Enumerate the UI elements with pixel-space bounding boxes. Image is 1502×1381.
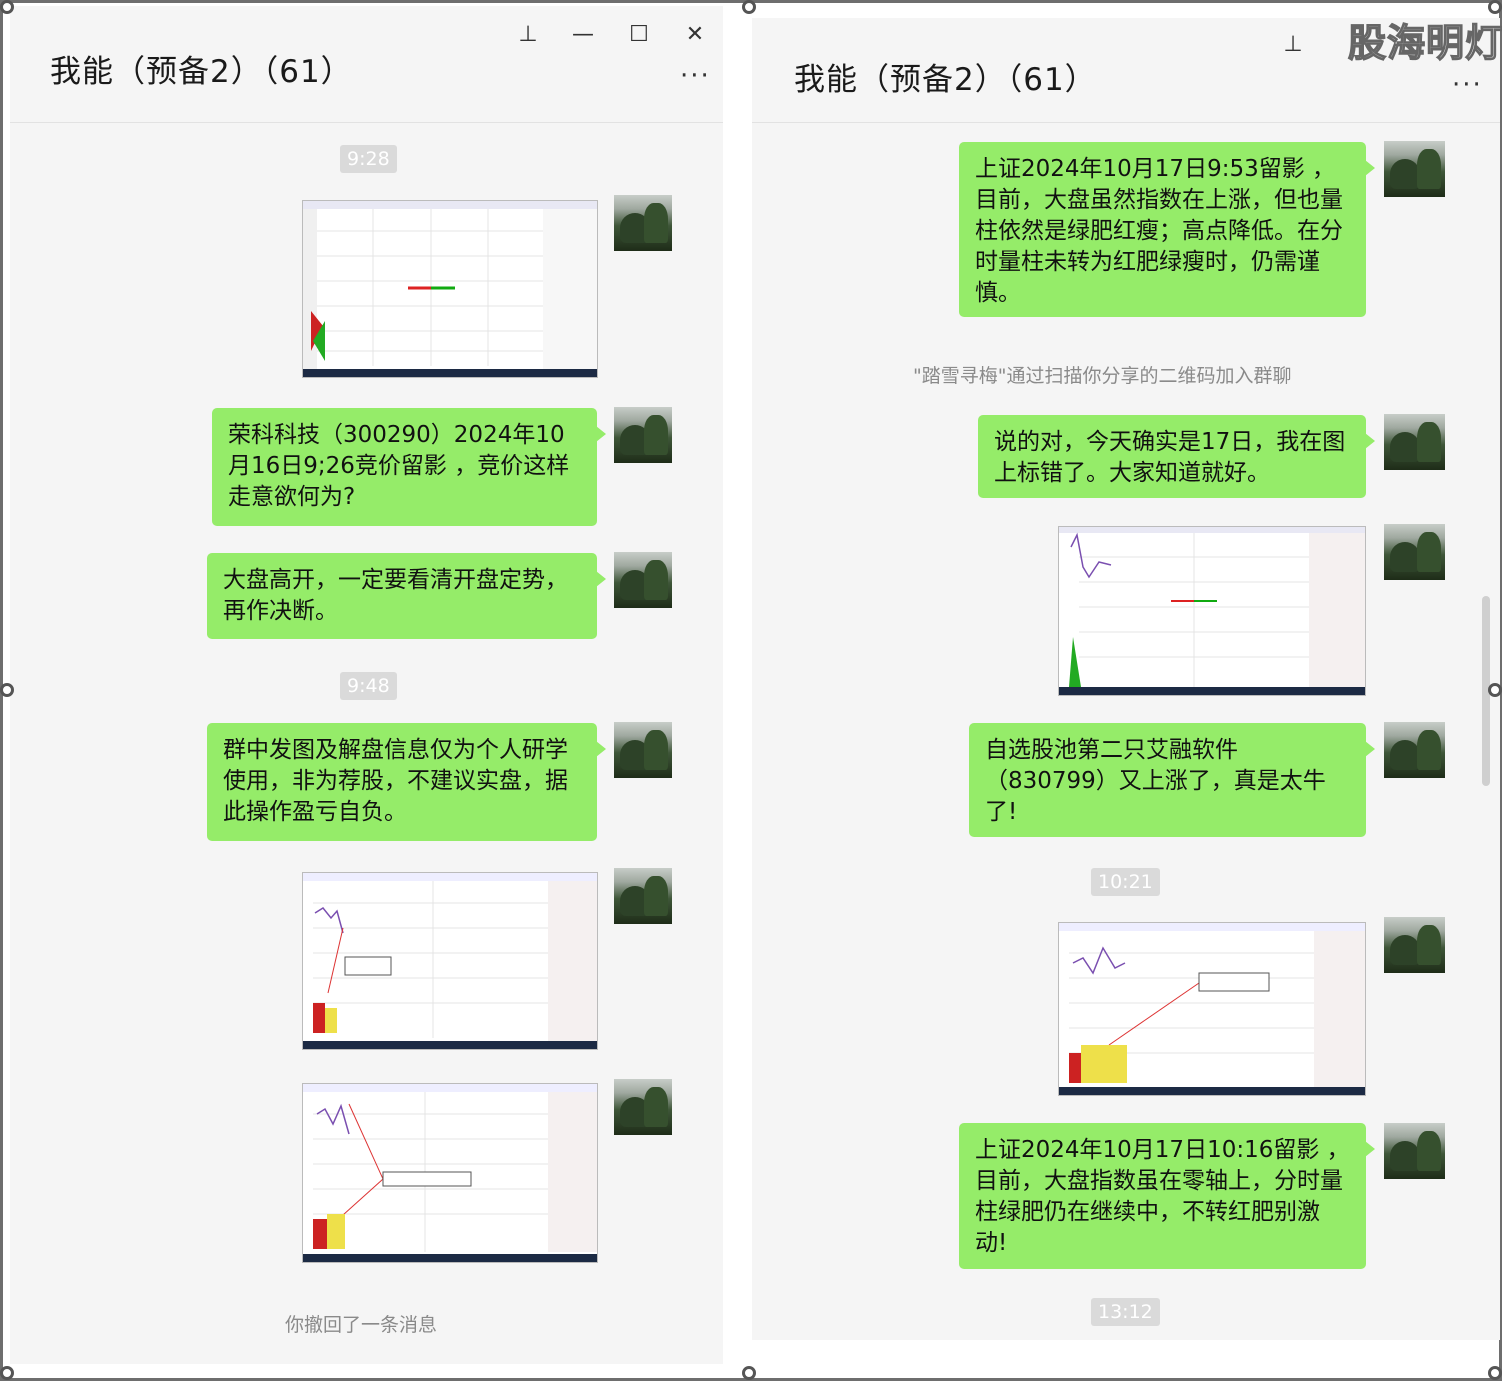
- message-bubble[interactable]: 上证2024年10月17日10:16留影 ，目前，大盘指数虽在零轴上，分时量柱绿…: [959, 1123, 1375, 1269]
- right-chat-title: 我能（预备2）（61）: [794, 62, 1097, 98]
- resize-handle[interactable]: [0, 0, 14, 14]
- minimize-button[interactable]: —: [570, 24, 596, 46]
- message-bubble[interactable]: 说的对，今天确实是17日，我在图上标错了。大家知道就好。: [978, 415, 1375, 498]
- left-chat-window: 我能（预备2）（61） ⊥ — ☐ ✕ ··· 9:28 荣科科技（300290…: [10, 6, 723, 1364]
- maximize-button[interactable]: ☐: [626, 24, 652, 46]
- avatar[interactable]: [614, 722, 672, 778]
- watermark-text: 股海明灯: [1347, 20, 1502, 65]
- timestamp: 10:21: [1091, 868, 1160, 896]
- more-options-button[interactable]: ···: [680, 61, 711, 91]
- avatar[interactable]: [1384, 524, 1445, 580]
- avatar[interactable]: [614, 195, 672, 251]
- avatar[interactable]: [1384, 1123, 1445, 1179]
- left-chat-title: 我能（预备2）（61）: [50, 54, 353, 90]
- system-message: 你撤回了一条消息: [285, 1314, 438, 1336]
- resize-handle[interactable]: [742, 0, 756, 14]
- chart-image-message[interactable]: [302, 872, 598, 1050]
- chart-image-message[interactable]: [302, 1083, 598, 1263]
- resize-handle[interactable]: [0, 683, 14, 697]
- message-bubble[interactable]: 大盘高开，一定要看清开盘定势，再作决断。: [207, 553, 606, 639]
- avatar[interactable]: [1384, 917, 1445, 973]
- system-message: "踏雪寻梅"通过扫描你分享的二维码加入群聊: [913, 365, 1292, 387]
- timestamp: 9:48: [340, 672, 397, 700]
- avatar[interactable]: [1384, 722, 1445, 778]
- avatar[interactable]: [614, 868, 672, 924]
- stock-chart-thumbnail: [303, 201, 597, 377]
- message-bubble[interactable]: 荣科科技（300290）2024年10月16日9;26竞价留影 ，竞价这样走意欲…: [212, 408, 606, 526]
- avatar[interactable]: [1384, 141, 1445, 197]
- timestamp: 13:12: [1091, 1298, 1160, 1326]
- resize-handle[interactable]: [1488, 683, 1502, 697]
- avatar[interactable]: [614, 407, 672, 463]
- pin-icon[interactable]: ⊥: [515, 24, 541, 46]
- resize-handle[interactable]: [1488, 0, 1502, 14]
- resize-handle[interactable]: [742, 1366, 756, 1380]
- close-button[interactable]: ✕: [682, 24, 708, 46]
- stock-chart-thumbnail: [303, 873, 597, 1049]
- pin-icon[interactable]: ⊥: [1280, 34, 1306, 56]
- resize-handle[interactable]: [1488, 1366, 1502, 1380]
- stock-chart-thumbnail: [1059, 923, 1365, 1095]
- resize-handle[interactable]: [0, 1366, 14, 1380]
- avatar[interactable]: [614, 1079, 672, 1135]
- message-bubble[interactable]: 群中发图及解盘信息仅为个人研学使用，非为荐股，不建议实盘，据此操作盈亏自负。: [207, 723, 606, 841]
- avatar[interactable]: [614, 552, 672, 608]
- timestamp: 9:28: [340, 145, 397, 173]
- stock-chart-thumbnail: [303, 1084, 597, 1262]
- right-chat-window: 我能（预备2）（61） ⊥ ··· 上证2024年10月17日9:53留影 ，目…: [752, 18, 1500, 1340]
- left-window-header: 我能（预备2）（61） ⊥ — ☐ ✕ ···: [10, 6, 723, 123]
- message-bubble[interactable]: 自选股池第二只艾融软件（830799）又上涨了，真是太牛了!: [969, 723, 1375, 837]
- message-bubble[interactable]: 上证2024年10月17日9:53留影 ，目前，大盘虽然指数在上涨，但也量柱依然…: [959, 142, 1375, 317]
- stock-chart-thumbnail: [1059, 527, 1365, 695]
- chart-image-message[interactable]: [1058, 922, 1366, 1096]
- avatar[interactable]: [1384, 414, 1445, 470]
- more-options-button[interactable]: ···: [1452, 70, 1483, 100]
- chart-image-message[interactable]: [302, 200, 598, 378]
- chart-image-message[interactable]: [1058, 526, 1366, 696]
